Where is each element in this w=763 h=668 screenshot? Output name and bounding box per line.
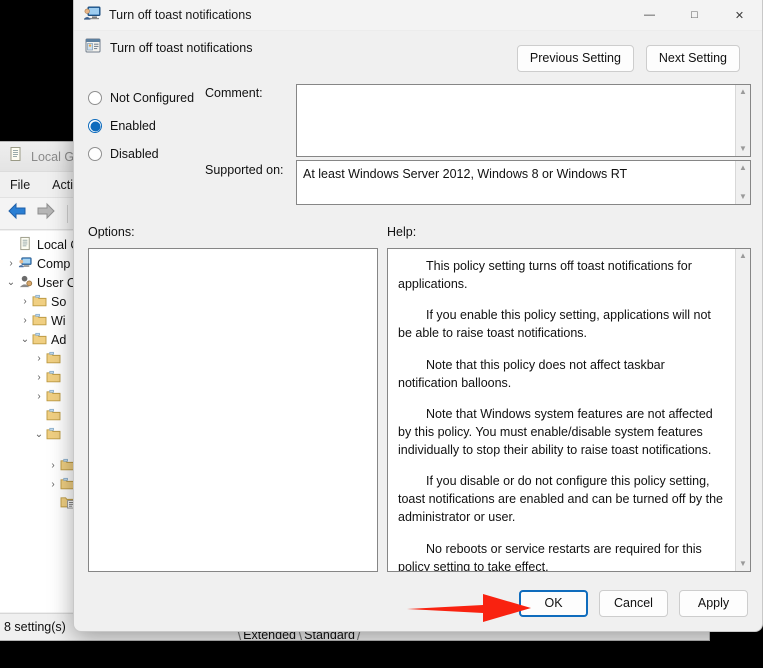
radio-label: Not Configured [110, 91, 195, 105]
annotation-arrow-icon [407, 594, 531, 622]
forward-arrow-icon[interactable] [35, 201, 57, 226]
previous-setting-button[interactable]: Previous Setting [516, 45, 634, 72]
folder-icon [32, 332, 47, 348]
supported-on-label: Supported on: [205, 163, 284, 177]
chevron-right-icon[interactable]: › [18, 315, 32, 326]
tree-item-label: So [51, 294, 67, 309]
help-panel: This policy setting turns off toast noti… [387, 248, 751, 572]
scroll-up-icon[interactable]: ▲ [739, 249, 747, 263]
status-text: 8 setting(s) [4, 620, 66, 634]
policy-state-radio-group: Not Configured Enabled Disabled [88, 84, 218, 168]
folder-icon [46, 370, 61, 386]
gpedit-scroll-icon [18, 236, 33, 254]
supported-on-textarea[interactable]: At least Windows Server 2012, Windows 8 … [296, 160, 751, 205]
chevron-right-icon[interactable]: › [46, 460, 60, 471]
options-label: Options: [88, 225, 135, 239]
tree-item-label: Wi [51, 313, 66, 328]
chevron-right-icon[interactable]: › [32, 372, 46, 383]
user-icon [18, 274, 33, 292]
gpedit-scroll-icon [8, 146, 24, 167]
minimize-button[interactable]: — [627, 0, 672, 31]
radio-enabled[interactable]: Enabled [88, 112, 218, 140]
folder-icon [46, 351, 61, 367]
folder-icon [46, 408, 61, 424]
policy-setting-icon [84, 37, 102, 59]
scroll-down-icon[interactable]: ▼ [739, 190, 747, 204]
close-button[interactable]: ✕ [717, 0, 762, 31]
toolbar-separator [67, 204, 68, 223]
chevron-down-icon[interactable]: ⌄ [18, 334, 32, 345]
radio-not-configured[interactable]: Not Configured [88, 84, 218, 112]
help-label: Help: [387, 225, 417, 239]
tree-item-label: User C [37, 275, 76, 290]
scroll-down-icon[interactable]: ▼ [739, 142, 747, 156]
next-setting-button[interactable]: Next Setting [645, 45, 740, 72]
folder-icon [46, 427, 61, 443]
scroll-down-icon[interactable]: ▼ [739, 557, 747, 571]
tree-item-label: Ad [51, 332, 67, 347]
chevron-right-icon[interactable]: › [18, 296, 32, 307]
folder-icon [46, 389, 61, 405]
comment-value[interactable] [297, 85, 735, 156]
chevron-right-icon[interactable]: › [32, 391, 46, 402]
maximize-button[interactable]: □ [672, 0, 717, 31]
help-paragraph: This policy setting turns off toast noti… [398, 259, 692, 292]
comment-scrollbar[interactable]: ▲ ▼ [735, 85, 750, 156]
chevron-right-icon[interactable]: › [32, 353, 46, 364]
chevron-down-icon[interactable]: ⌄ [32, 429, 46, 440]
chevron-right-icon[interactable]: › [46, 479, 60, 490]
folder-icon [32, 313, 47, 329]
tree-item-label: Comp [37, 256, 71, 271]
turn-off-toast-notifications-dialog: Turn off toast notifications — □ ✕ Turn … [73, 0, 763, 632]
dialog-title: Turn off toast notifications [109, 8, 252, 22]
options-content [89, 249, 377, 257]
supported-on-value: At least Windows Server 2012, Windows 8 … [303, 167, 628, 181]
window-controls: — □ ✕ [627, 0, 762, 31]
comment-label: Comment: [205, 86, 263, 100]
help-paragraph: No reboots or service restarts are requi… [398, 541, 702, 572]
policy-computer-icon [84, 5, 101, 26]
help-paragraph: Note that this policy does not affect ta… [398, 357, 665, 390]
radio-label: Disabled [110, 147, 159, 161]
radio-disabled[interactable]: Disabled [88, 140, 218, 168]
minimize-icon: — [644, 9, 655, 21]
options-panel[interactable] [88, 248, 378, 572]
chevron-right-icon[interactable]: › [4, 258, 18, 269]
dialog-titlebar[interactable]: Turn off toast notifications — □ ✕ [74, 0, 762, 31]
menu-file[interactable]: File [10, 178, 30, 192]
chevron-down-icon[interactable]: ⌄ [4, 277, 18, 288]
maximize-icon: □ [691, 9, 698, 21]
cancel-button[interactable]: Cancel [599, 590, 668, 617]
folder-icon [32, 294, 47, 310]
comment-textarea[interactable]: ▲ ▼ [296, 84, 751, 157]
radio-indicator [88, 147, 102, 161]
help-scrollbar[interactable]: ▲ ▼ [735, 249, 750, 571]
back-arrow-icon[interactable] [6, 201, 28, 226]
scroll-up-icon[interactable]: ▲ [739, 161, 747, 175]
supported-on-scrollbar[interactable]: ▲ ▼ [735, 161, 750, 204]
scroll-up-icon[interactable]: ▲ [739, 85, 747, 99]
dialog-header-title: Turn off toast notifications [110, 40, 253, 55]
help-text: This policy setting turns off toast noti… [388, 249, 735, 571]
dialog-footer: OK Cancel Apply [519, 590, 748, 617]
radio-indicator [88, 91, 102, 105]
computer-icon [18, 255, 33, 273]
help-paragraph: Note that Windows system features are no… [398, 406, 713, 457]
help-paragraph: If you enable this policy setting, appli… [398, 308, 711, 341]
radio-indicator-selected [88, 119, 102, 133]
screen: Local Gro File Action Local Con › Comp ⌄… [0, 0, 763, 668]
radio-label: Enabled [110, 119, 156, 133]
apply-button[interactable]: Apply [679, 590, 748, 617]
help-paragraph: If you disable or do not configure this … [398, 474, 723, 525]
setting-navigation: Previous Setting Next Setting [516, 45, 740, 72]
close-icon: ✕ [734, 9, 745, 22]
